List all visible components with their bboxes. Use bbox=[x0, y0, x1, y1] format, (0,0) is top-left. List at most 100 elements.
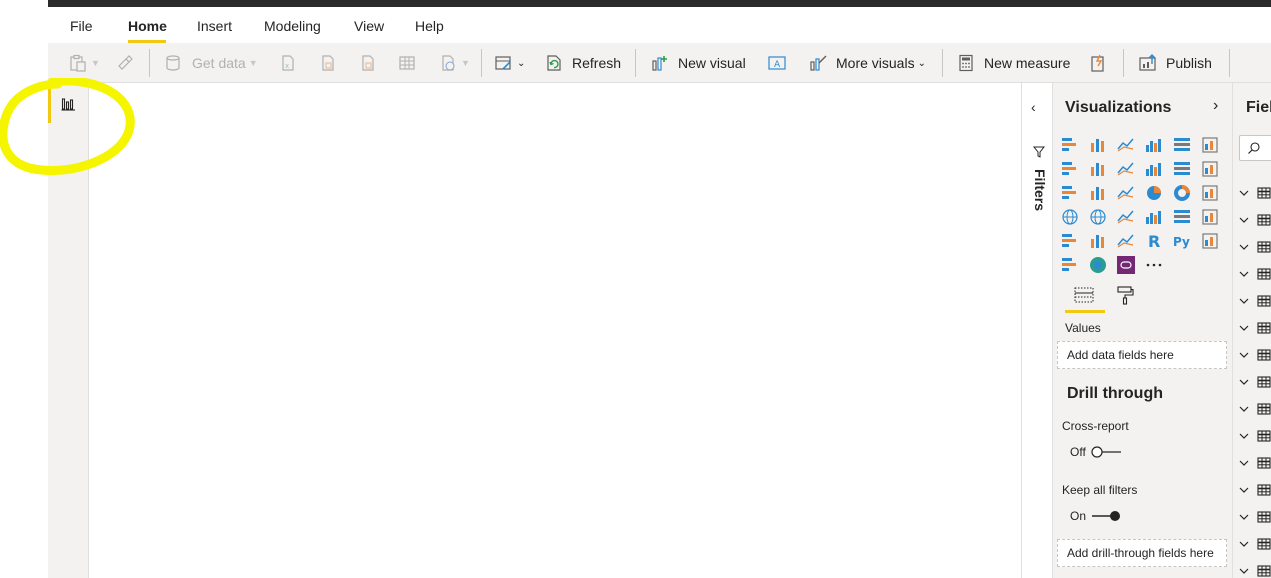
slicer-icon[interactable] bbox=[1060, 231, 1080, 251]
ribbon-chart-icon[interactable] bbox=[1200, 159, 1220, 179]
filters-toggle[interactable]: Filters bbox=[1030, 169, 1048, 229]
refresh-button[interactable]: Refresh bbox=[544, 43, 621, 83]
field-table-row[interactable] bbox=[1239, 372, 1271, 392]
menu-insert[interactable]: Insert bbox=[197, 18, 232, 34]
table-icon bbox=[397, 53, 417, 73]
field-table-row[interactable] bbox=[1239, 345, 1271, 365]
field-table-row[interactable] bbox=[1239, 507, 1271, 527]
waterfall-icon[interactable] bbox=[1060, 183, 1080, 203]
field-table-row[interactable] bbox=[1239, 561, 1271, 578]
table-icon bbox=[1257, 565, 1271, 577]
multi-row-card-icon[interactable] bbox=[1172, 207, 1192, 227]
menu-modeling[interactable]: Modeling bbox=[264, 18, 321, 34]
chevron-down-icon bbox=[1239, 217, 1249, 223]
menu-file[interactable]: File bbox=[70, 18, 93, 34]
table-icon bbox=[1257, 484, 1271, 496]
field-table-row[interactable] bbox=[1239, 426, 1271, 446]
field-table-row[interactable] bbox=[1239, 453, 1271, 473]
paint-roller-icon bbox=[1117, 286, 1134, 305]
format-painter-button[interactable] bbox=[115, 43, 135, 83]
more-options-icon[interactable] bbox=[1144, 255, 1164, 275]
chevron-left-icon[interactable]: ‹ bbox=[1031, 99, 1036, 115]
chevron-down-icon bbox=[1239, 352, 1249, 358]
recent-sources-button[interactable]: ▼ bbox=[438, 43, 470, 83]
line-clustered-icon[interactable] bbox=[1172, 159, 1192, 179]
text-box-button[interactable]: A bbox=[767, 43, 787, 83]
sql-button[interactable] bbox=[358, 43, 378, 83]
get-data-button[interactable]: Get data ▼ bbox=[164, 43, 258, 83]
format-tab[interactable] bbox=[1115, 285, 1135, 305]
publish-label: Publish bbox=[1166, 55, 1212, 71]
percent-column-icon[interactable] bbox=[1200, 135, 1220, 155]
percent-bar-icon[interactable] bbox=[1172, 135, 1192, 155]
donut-chart-icon[interactable] bbox=[1172, 183, 1192, 203]
stacked-area-icon[interactable] bbox=[1116, 159, 1136, 179]
clustered-bar-icon[interactable] bbox=[1116, 135, 1136, 155]
clustered-column-icon[interactable] bbox=[1144, 135, 1164, 155]
field-table-row[interactable] bbox=[1239, 399, 1271, 419]
area-chart-icon[interactable] bbox=[1088, 159, 1108, 179]
field-table-row[interactable] bbox=[1239, 291, 1271, 311]
field-table-row[interactable] bbox=[1239, 210, 1271, 230]
map-icon[interactable] bbox=[1060, 207, 1080, 227]
decomposition-tree-icon[interactable] bbox=[1060, 255, 1080, 275]
key-influencers-icon[interactable] bbox=[1200, 231, 1220, 251]
filled-map-icon[interactable] bbox=[1088, 207, 1108, 227]
values-drop-zone[interactable]: Add data fields here bbox=[1057, 341, 1227, 369]
pie-chart-icon[interactable] bbox=[1144, 183, 1164, 203]
publish-button[interactable]: Publish bbox=[1138, 43, 1212, 83]
table-icon bbox=[1257, 187, 1271, 199]
stacked-column-icon[interactable] bbox=[1088, 135, 1108, 155]
new-visual-button[interactable]: New visual bbox=[650, 43, 746, 83]
card-icon[interactable] bbox=[1144, 207, 1164, 227]
field-table-row[interactable] bbox=[1239, 318, 1271, 338]
svg-text:x: x bbox=[285, 62, 289, 70]
line-column-icon[interactable] bbox=[1144, 159, 1164, 179]
scatter-icon[interactable] bbox=[1116, 183, 1136, 203]
svg-text:A: A bbox=[774, 60, 781, 70]
fields-search-input[interactable] bbox=[1239, 135, 1271, 161]
drill-through-drop-zone[interactable]: Add drill-through fields here bbox=[1057, 539, 1227, 567]
stacked-bar-icon[interactable] bbox=[1060, 135, 1080, 155]
field-table-row[interactable] bbox=[1239, 480, 1271, 500]
new-measure-button[interactable]: New measure bbox=[956, 43, 1070, 83]
arcgis-icon[interactable] bbox=[1088, 255, 1108, 275]
gauge-icon[interactable] bbox=[1116, 207, 1136, 227]
cross-report-state: Off bbox=[1070, 445, 1086, 459]
field-table-row[interactable] bbox=[1239, 237, 1271, 257]
menu-home[interactable]: Home bbox=[128, 18, 167, 34]
excel-button[interactable]: x bbox=[278, 43, 298, 83]
quick-measure-button[interactable] bbox=[1088, 43, 1108, 83]
table-visual-icon[interactable] bbox=[1088, 231, 1108, 251]
active-tab-underline bbox=[1065, 310, 1105, 313]
cross-report-toggle[interactable]: Off bbox=[1070, 445, 1122, 459]
more-visuals-button[interactable]: More visuals ⌄ bbox=[808, 43, 926, 83]
python-visual-icon[interactable]: Py bbox=[1172, 231, 1192, 251]
qa-icon[interactable] bbox=[1116, 255, 1136, 275]
report-view-button[interactable] bbox=[61, 96, 77, 112]
fields-tab[interactable] bbox=[1073, 285, 1095, 305]
dataset-button[interactable] bbox=[318, 43, 338, 83]
enter-data-button[interactable] bbox=[397, 43, 417, 83]
field-table-row[interactable] bbox=[1239, 534, 1271, 554]
database-icon bbox=[164, 53, 184, 73]
menu-help[interactable]: Help bbox=[415, 18, 444, 34]
menu-view[interactable]: View bbox=[354, 18, 384, 34]
dataset-icon bbox=[318, 53, 338, 73]
ribbon-divider bbox=[481, 49, 482, 77]
transform-data-button[interactable]: ⌄ bbox=[494, 43, 525, 83]
field-table-row[interactable] bbox=[1239, 183, 1271, 203]
line-chart-icon[interactable] bbox=[1060, 159, 1080, 179]
field-table-row[interactable] bbox=[1239, 264, 1271, 284]
kpi-icon[interactable] bbox=[1200, 207, 1220, 227]
keep-all-filters-toggle[interactable]: On bbox=[1070, 509, 1122, 523]
keep-all-filters-state: On bbox=[1070, 509, 1087, 523]
treemap-icon[interactable] bbox=[1200, 183, 1220, 203]
paste-button[interactable]: ▼ bbox=[68, 43, 100, 83]
report-canvas[interactable] bbox=[89, 83, 1022, 578]
chevron-right-icon[interactable]: › bbox=[1213, 97, 1218, 115]
matrix-icon[interactable] bbox=[1116, 231, 1136, 251]
funnel-icon[interactable] bbox=[1088, 183, 1108, 203]
r-visual-icon[interactable]: R bbox=[1144, 231, 1164, 251]
chevron-down-icon bbox=[1239, 487, 1249, 493]
